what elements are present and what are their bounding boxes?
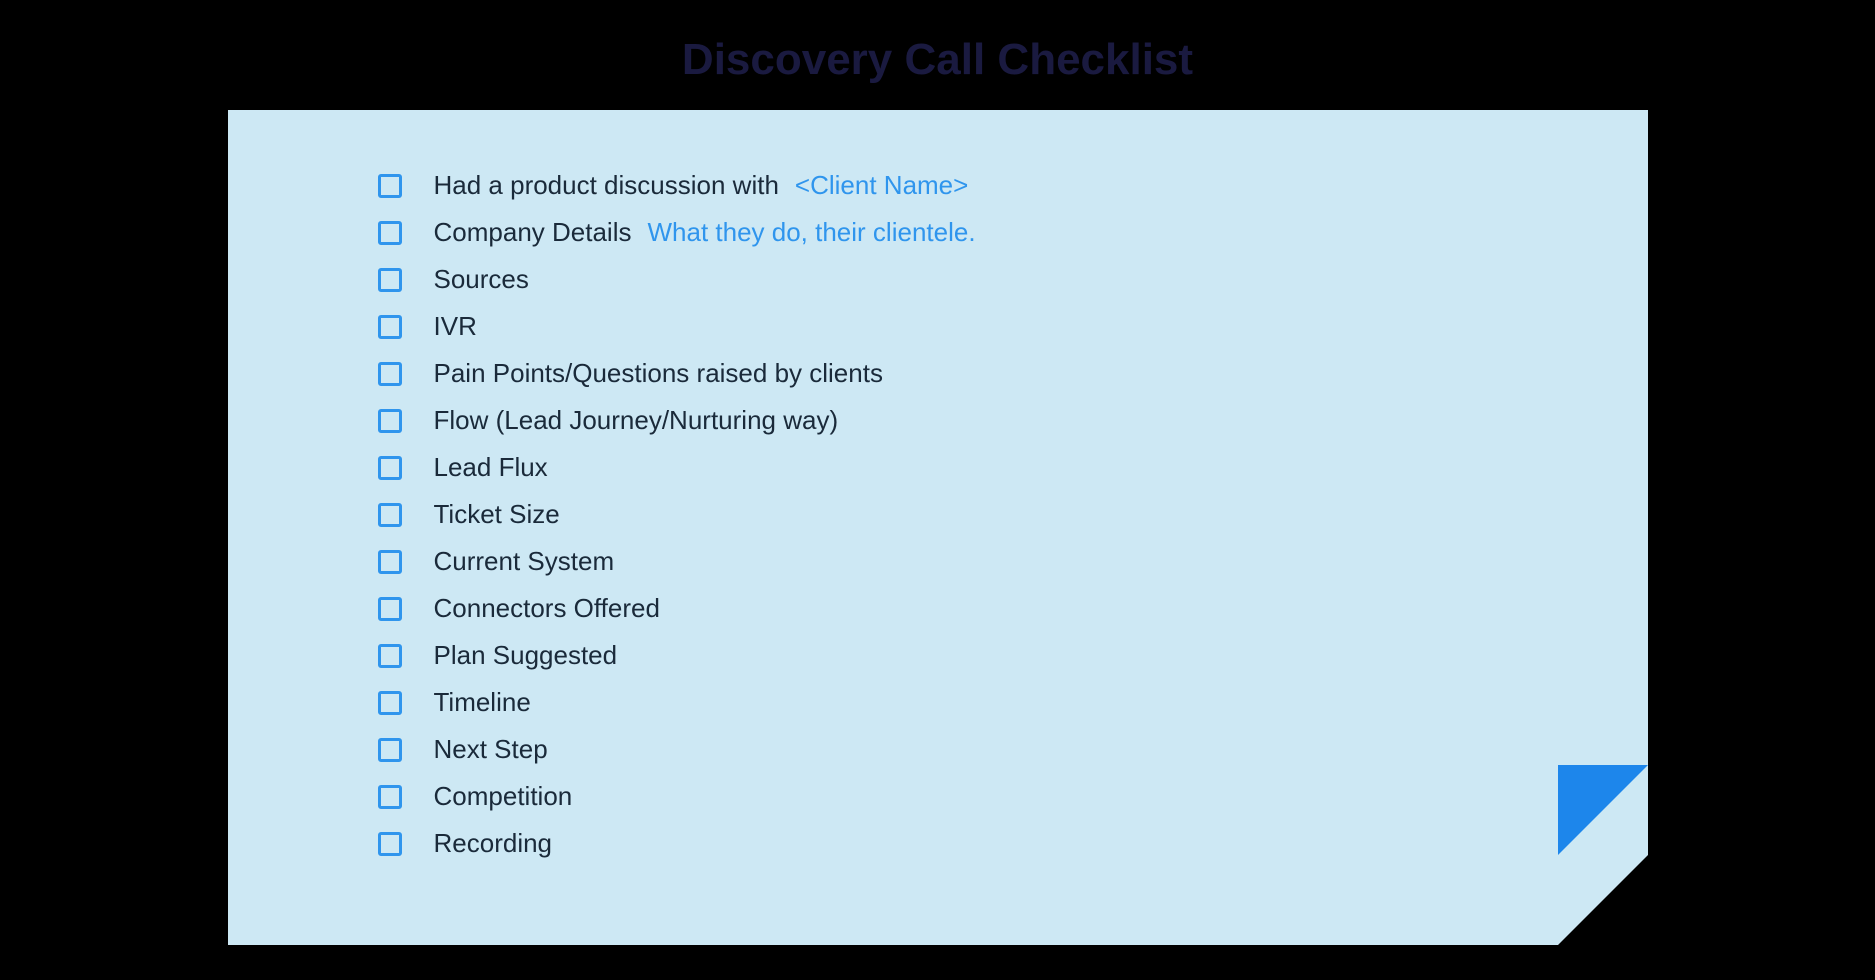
- item-label: Company Details: [434, 217, 632, 248]
- checkbox-icon[interactable]: [378, 644, 402, 668]
- checkbox-icon[interactable]: [378, 221, 402, 245]
- item-label: Recording: [434, 828, 553, 859]
- item-label: Current System: [434, 546, 615, 577]
- checkbox-icon[interactable]: [378, 315, 402, 339]
- checkbox-icon[interactable]: [378, 550, 402, 574]
- item-label: Next Step: [434, 734, 548, 765]
- checkbox-icon[interactable]: [378, 597, 402, 621]
- list-item: Timeline: [378, 687, 1498, 718]
- item-label: Plan Suggested: [434, 640, 618, 671]
- item-label: IVR: [434, 311, 477, 342]
- list-item: Recording: [378, 828, 1498, 859]
- list-item: Company Details What they do, their clien…: [378, 217, 1498, 248]
- list-item: Connectors Offered: [378, 593, 1498, 624]
- checkbox-icon[interactable]: [378, 268, 402, 292]
- checkbox-icon[interactable]: [378, 409, 402, 433]
- item-label: Connectors Offered: [434, 593, 660, 624]
- checkbox-icon[interactable]: [378, 456, 402, 480]
- checklist-card: Had a product discussion with <Client Nam…: [228, 110, 1648, 945]
- list-item: Competition: [378, 781, 1498, 812]
- list-item: Had a product discussion with <Client Nam…: [378, 170, 1498, 201]
- page-fold-icon: [1558, 855, 1648, 945]
- list-item: Pain Points/Questions raised by clients: [378, 358, 1498, 389]
- checkbox-icon[interactable]: [378, 174, 402, 198]
- checklist: Had a product discussion with <Client Nam…: [378, 170, 1498, 859]
- list-item: Lead Flux: [378, 452, 1498, 483]
- item-label: Ticket Size: [434, 499, 560, 530]
- checkbox-icon[interactable]: [378, 832, 402, 856]
- list-item: Flow (Lead Journey/Nurturing way): [378, 405, 1498, 436]
- checkbox-icon[interactable]: [378, 362, 402, 386]
- list-item: Next Step: [378, 734, 1498, 765]
- item-label: Competition: [434, 781, 573, 812]
- item-label: Pain Points/Questions raised by clients: [434, 358, 883, 389]
- list-item: IVR: [378, 311, 1498, 342]
- page-title: Discovery Call Checklist: [0, 0, 1875, 110]
- item-label: Timeline: [434, 687, 531, 718]
- item-label: Had a product discussion with: [434, 170, 779, 201]
- item-hint: What they do, their clientele.: [647, 217, 975, 248]
- checkbox-icon[interactable]: [378, 691, 402, 715]
- item-hint: <Client Name>: [795, 170, 968, 201]
- list-item: Plan Suggested: [378, 640, 1498, 671]
- list-item: Sources: [378, 264, 1498, 295]
- item-label: Sources: [434, 264, 529, 295]
- checkbox-icon[interactable]: [378, 503, 402, 527]
- item-label: Lead Flux: [434, 452, 548, 483]
- checkbox-icon[interactable]: [378, 785, 402, 809]
- item-label: Flow (Lead Journey/Nurturing way): [434, 405, 839, 436]
- list-item: Current System: [378, 546, 1498, 577]
- list-item: Ticket Size: [378, 499, 1498, 530]
- checkbox-icon[interactable]: [378, 738, 402, 762]
